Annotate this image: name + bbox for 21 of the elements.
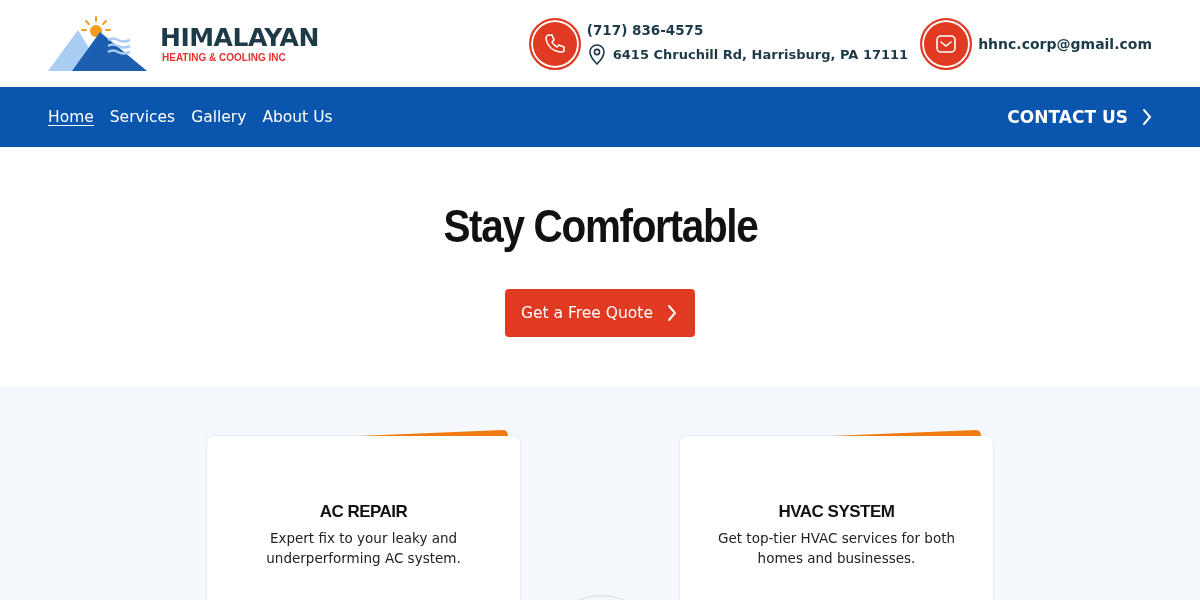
phone-number[interactable]: (717) 836-4575 <box>586 22 909 38</box>
logo-name: HIMALAYAN <box>160 23 319 52</box>
service-description: Get top-tier HVAC services for both homes and businesses. <box>717 529 956 568</box>
hero-title: Stay Comfortable <box>442 199 757 253</box>
logo-tagline: HEATING & COOLING INC <box>161 51 287 64</box>
email-address[interactable]: hhnc.corp@gmail.com <box>978 35 1152 52</box>
nav-link[interactable]: Home <box>48 108 94 126</box>
service-description: Expert fix to your leaky and underperforming AC system. <box>265 529 462 568</box>
chevron-icon <box>1142 108 1152 126</box>
service-title: AC REPAIR <box>319 502 408 522</box>
free-quote-button[interactable]: Get a Free Quote <box>505 289 695 337</box>
service-title: HVAC SYSTEM <box>778 502 895 522</box>
contact-us-link[interactable]: CONTACT US <box>1007 107 1152 127</box>
nav-link[interactable]: Gallery <box>191 108 247 126</box>
location-pin-icon <box>586 43 607 65</box>
nav-link[interactable]: Services <box>109 108 176 126</box>
address-text: 6415 Chruchill Rd, Harrisburg, PA 17111 <box>612 46 909 62</box>
mountain-sun-icon <box>48 15 148 72</box>
nav-link[interactable]: About Us <box>262 108 333 126</box>
chevron-icon <box>666 304 677 322</box>
logo[interactable]: HIMALAYAN HEATING & COOLING INC <box>48 15 319 72</box>
